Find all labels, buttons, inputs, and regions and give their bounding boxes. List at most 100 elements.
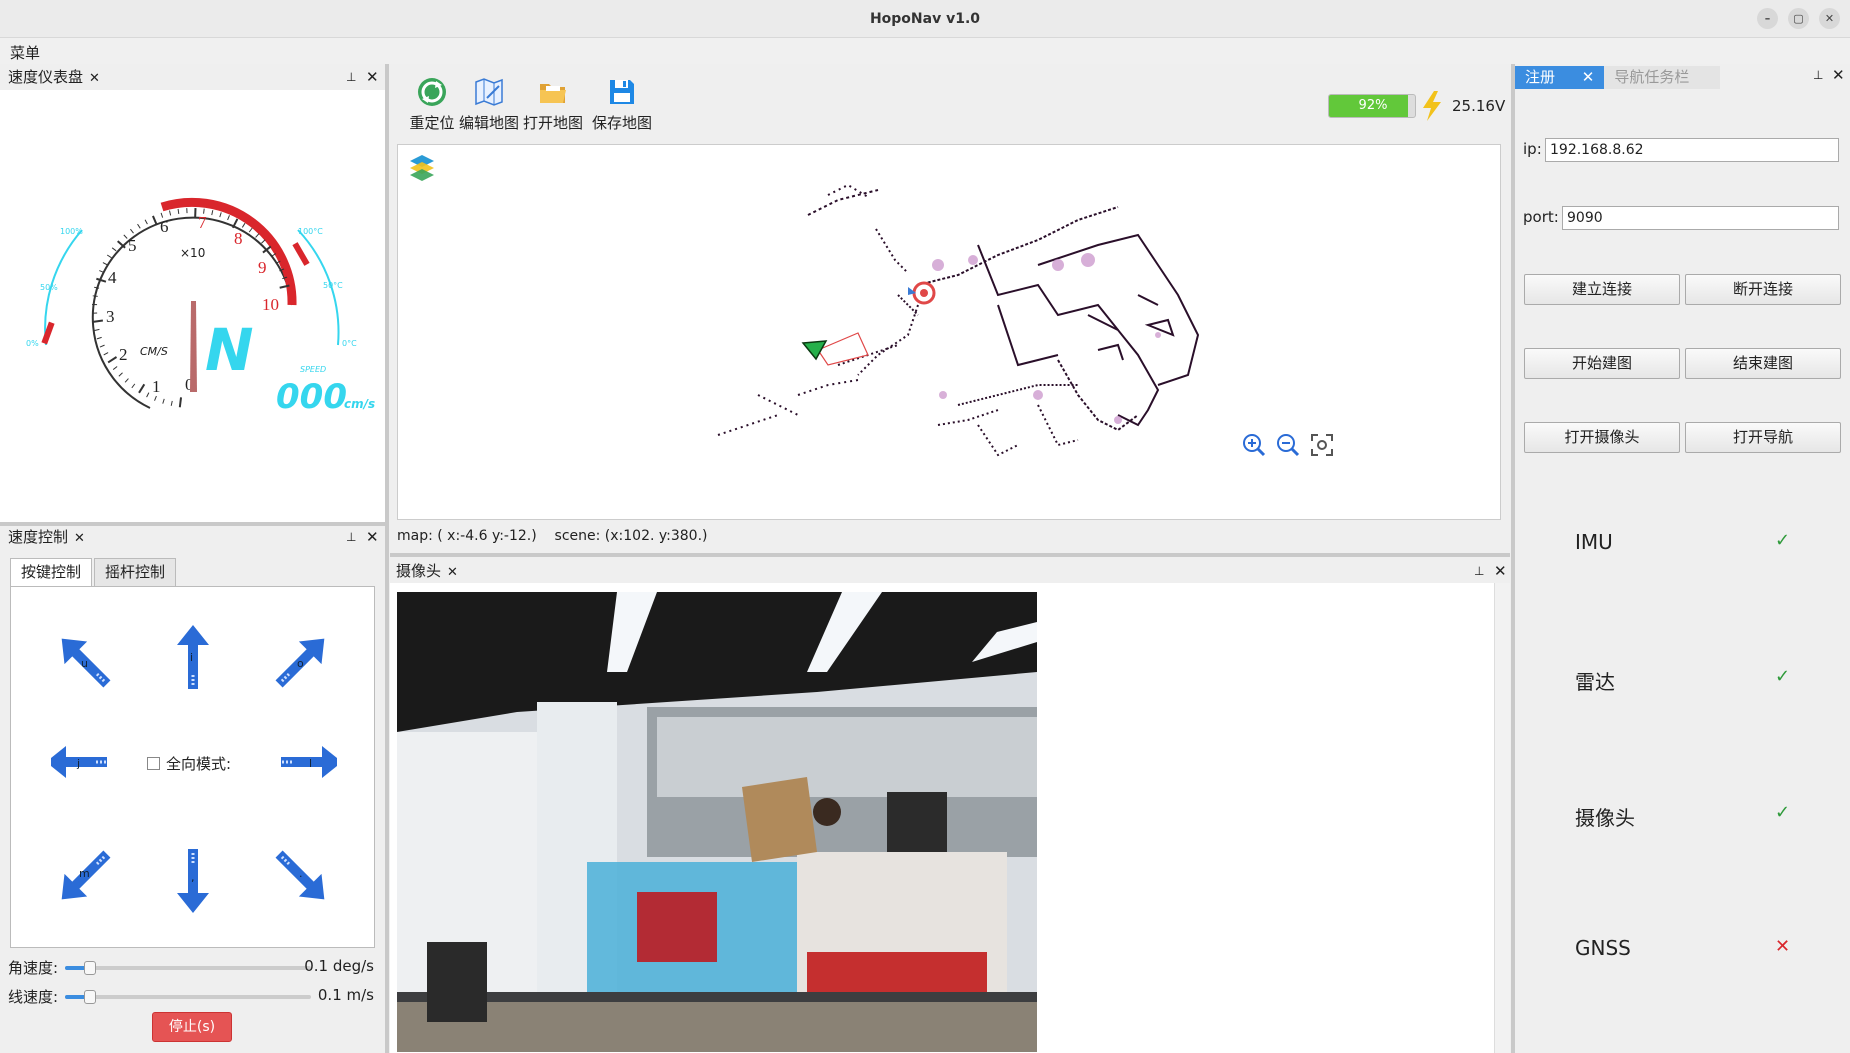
dial-tick bbox=[130, 228, 134, 234]
arrow-up-button[interactable]: i bbox=[165, 623, 221, 693]
dial-tick bbox=[96, 277, 107, 283]
status-imu: IMU ✓ bbox=[1575, 530, 1825, 554]
gauge-dock-title: 速度仪表盘 bbox=[8, 68, 84, 86]
vertical-splitter-left[interactable] bbox=[385, 64, 389, 1053]
open-map-button[interactable]: 打开地图 bbox=[521, 76, 585, 133]
open-camera-button[interactable]: 打开摄像头 bbox=[1524, 422, 1680, 453]
dial-tick bbox=[106, 254, 112, 259]
camera-pin-icon[interactable]: ⊥ bbox=[1474, 560, 1484, 582]
gauge-dock-close-icon[interactable]: ✕ bbox=[366, 66, 379, 88]
goal-target-icon[interactable] bbox=[908, 281, 936, 305]
relocate-label: 重定位 bbox=[409, 114, 455, 132]
disconnect-button[interactable]: 断开连接 bbox=[1685, 274, 1841, 305]
port-input[interactable]: 9090 bbox=[1562, 206, 1839, 230]
map-room bbox=[1144, 318, 1175, 337]
open-folder-icon bbox=[540, 84, 566, 103]
dial-tick bbox=[152, 215, 158, 226]
dial-tick-label: 3 bbox=[106, 307, 115, 326]
scene-coordinates: scene: (x:102. y:380.) bbox=[554, 528, 708, 544]
key-control-pad: u i o j 全向模式: l m , . bbox=[10, 586, 375, 948]
dial-tick bbox=[144, 219, 148, 225]
menu-main[interactable]: 菜单 bbox=[10, 42, 40, 63]
check-icon: ✓ bbox=[1775, 666, 1791, 687]
ip-input[interactable]: 192.168.8.62 bbox=[1545, 138, 1839, 162]
right-pin-icon[interactable]: ⊥ bbox=[1813, 68, 1823, 82]
zoom-in-icon[interactable] bbox=[1243, 434, 1266, 457]
arrow-down-right-button[interactable]: . bbox=[273, 841, 329, 911]
dial-tick bbox=[255, 233, 260, 238]
maximize-button[interactable]: ▢ bbox=[1788, 8, 1809, 29]
arrow-down-left-button[interactable]: m bbox=[57, 841, 113, 911]
edit-map-button[interactable]: 编辑地图 bbox=[457, 76, 521, 133]
status-lidar-label: 雷达 bbox=[1575, 670, 1615, 694]
arrow-left-button[interactable]: j bbox=[51, 727, 107, 797]
svg-text:.: . bbox=[299, 867, 303, 880]
gauge-pin-icon[interactable]: ⊥ bbox=[346, 66, 356, 88]
stop-button[interactable]: 停止(s) bbox=[152, 1012, 232, 1042]
voltage-value: 25.16V bbox=[1452, 97, 1506, 115]
port-label: port: bbox=[1523, 208, 1559, 226]
speed-gauge-panel: 100% 50% 0% 100°C 50°C 0°C 1 2 3 4 5 6 7… bbox=[0, 90, 385, 522]
layers-icon[interactable] bbox=[410, 155, 434, 181]
dial-tick bbox=[227, 215, 230, 221]
speed-pin-icon[interactable]: ⊥ bbox=[346, 526, 356, 548]
connect-button[interactable]: 建立连接 bbox=[1524, 274, 1680, 305]
close-window-button[interactable]: ✕ bbox=[1819, 8, 1840, 29]
tab-joystick-control[interactable]: 摇杆控制 bbox=[94, 558, 177, 586]
arrow-right-button[interactable]: l bbox=[281, 727, 337, 797]
angular-speed-handle[interactable] bbox=[83, 961, 96, 975]
camera-dock-titlebar: 摄像头 ✕ ⊥ ✕ bbox=[390, 560, 1510, 582]
status-camera-label: 摄像头 bbox=[1575, 806, 1635, 830]
camera-tab-close-icon[interactable]: ✕ bbox=[447, 565, 458, 580]
window-title: HopoNav v1.0 bbox=[869, 11, 981, 27]
svg-text:l: l bbox=[309, 757, 312, 770]
register-panel: ip: 192.168.8.62 port: 9090 建立连接 断开连接 开始… bbox=[1515, 90, 1850, 1053]
linear-speed-handle[interactable] bbox=[83, 990, 96, 1004]
fit-view-icon[interactable] bbox=[1311, 434, 1333, 456]
linear-speed-value: 0.1 m/s bbox=[317, 986, 374, 1004]
map-view[interactable] bbox=[397, 144, 1501, 520]
save-map-button[interactable]: 保存地图 bbox=[590, 76, 654, 133]
dial-needle bbox=[190, 301, 197, 392]
arrow-down-button[interactable]: , bbox=[165, 845, 221, 915]
tab-register-close-icon[interactable]: ✕ bbox=[1582, 68, 1595, 86]
dial-tick bbox=[219, 212, 222, 218]
tab-register[interactable]: 注册 ✕ bbox=[1515, 66, 1605, 89]
relocate-button[interactable]: 重定位 bbox=[400, 76, 464, 133]
arrow-up-right-button[interactable]: o bbox=[273, 627, 329, 697]
open-navigation-button[interactable]: 打开导航 bbox=[1685, 422, 1841, 453]
tab-key-control[interactable]: 按键控制 bbox=[10, 558, 93, 586]
tab-nav-tasks[interactable]: 导航任务栏 bbox=[1604, 66, 1721, 89]
speed-unit: cm/s bbox=[344, 397, 375, 411]
speed-tab-close-icon[interactable]: ✕ bbox=[74, 531, 85, 546]
dial-tick bbox=[103, 352, 109, 356]
right-dock-tabs: 注册 ✕ 导航任务栏 bbox=[1515, 66, 1721, 89]
cross-icon: ✕ bbox=[1775, 936, 1791, 957]
linear-speed-slider[interactable] bbox=[65, 990, 311, 1004]
angular-speed-slider[interactable] bbox=[65, 961, 311, 975]
right-dock-close-icon[interactable]: ✕ bbox=[1832, 66, 1845, 84]
gauge-tab-close-icon[interactable]: ✕ bbox=[89, 71, 100, 86]
map-walls bbox=[717, 183, 1200, 457]
dial-tick bbox=[177, 208, 180, 214]
omni-mode-toggle[interactable]: 全向模式: bbox=[147, 753, 231, 774]
stop-mapping-button[interactable]: 结束建图 bbox=[1685, 348, 1841, 379]
left-arc-label: 100% bbox=[60, 227, 83, 236]
omni-mode-checkbox[interactable] bbox=[147, 757, 160, 770]
start-mapping-button[interactable]: 开始建图 bbox=[1524, 348, 1680, 379]
dial-tick bbox=[138, 383, 146, 394]
speed-dock-close-icon[interactable]: ✕ bbox=[366, 526, 379, 548]
svg-text:o: o bbox=[297, 657, 304, 670]
save-icon bbox=[610, 80, 634, 104]
map-noise bbox=[932, 253, 1161, 424]
arrow-up-left-button[interactable]: u bbox=[57, 627, 113, 697]
minimize-button[interactable]: – bbox=[1757, 8, 1778, 29]
map-coordinates: map: ( x:-4.6 y:-12.) bbox=[397, 528, 537, 544]
camera-scrollbar[interactable] bbox=[1494, 583, 1510, 1053]
camera-dock-close-icon[interactable]: ✕ bbox=[1494, 560, 1507, 582]
zoom-out-icon[interactable] bbox=[1277, 434, 1300, 457]
dial-tick bbox=[146, 392, 150, 398]
center-splitter[interactable] bbox=[390, 553, 1510, 557]
speed-label: SPEED bbox=[300, 365, 326, 374]
dial-tick-label: 4 bbox=[108, 268, 117, 287]
